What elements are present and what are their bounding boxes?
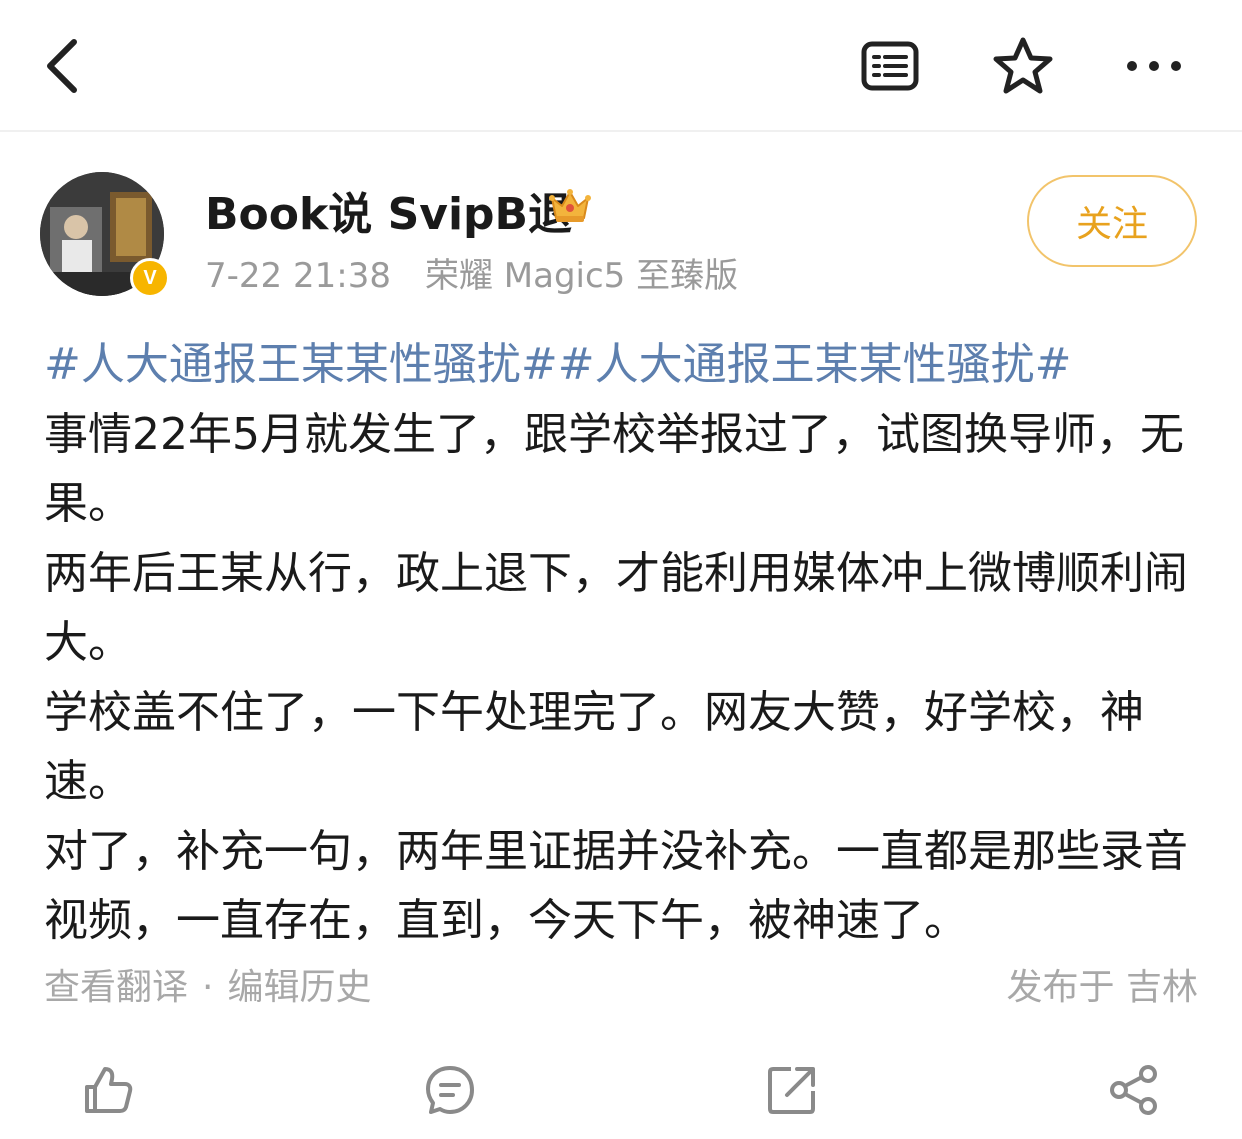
- star-icon: [993, 37, 1053, 94]
- share-icon: [1110, 1065, 1157, 1115]
- comment-icon: [426, 1066, 474, 1114]
- svip-crown-icon: [549, 189, 591, 222]
- action-bar: [0, 1050, 1242, 1139]
- comment-button[interactable]: [420, 1060, 480, 1120]
- post-footer: 查看翻译 · 编辑历史 发布于 吉林: [44, 958, 1198, 1014]
- top-navbar: [0, 0, 1242, 132]
- like-button[interactable]: [78, 1060, 138, 1120]
- translate-link[interactable]: 查看翻译: [44, 967, 188, 1008]
- post-paragraph: 事情22年5月就发生了，跟学校举报过了，试图换导师，无果。: [44, 408, 1184, 530]
- share-button[interactable]: [1104, 1060, 1164, 1120]
- follow-button[interactable]: 关注: [1027, 175, 1197, 267]
- repost-icon: [768, 1067, 815, 1114]
- repost-button[interactable]: [762, 1060, 822, 1120]
- verified-badge: V: [130, 258, 170, 298]
- like-icon: [85, 1067, 133, 1113]
- post-content: #人大通报王某某性骚扰##人大通报王某某性骚扰# 事情22年5月就发生了，跟学校…: [44, 330, 1204, 956]
- reader-mode-icon: [861, 41, 919, 91]
- reader-mode-button[interactable]: [852, 30, 928, 102]
- post-paragraph: 学校盖不住了，一下午处理完了。网友大赞，好学校，神速。: [44, 686, 1144, 808]
- edit-history-link[interactable]: 编辑历史: [227, 967, 371, 1008]
- more-button[interactable]: [1114, 30, 1194, 102]
- back-button[interactable]: [30, 28, 94, 104]
- hashtag-link[interactable]: #人大通报王某某性骚扰##人大通报王某某性骚扰#: [44, 339, 1071, 390]
- post-meta: 7-22 21:38 荣耀 Magic5 至臻版: [205, 248, 738, 297]
- post-paragraph: 对了，补充一句，两年里证据并没补充。一直都是那些录音视频，一直存在，直到，今天下…: [44, 825, 1188, 947]
- post-location: 发布于 吉林: [1006, 967, 1198, 1008]
- more-icon: [1127, 61, 1181, 71]
- post-paragraph: 两年后王某从行，政上退下，才能利用媒体冲上微博顺利闹大。: [44, 547, 1188, 669]
- chevron-left-icon: [47, 39, 77, 93]
- author-header: V Book说 SvipB退 7-22 21:38 荣耀 Magic5 至臻版 关…: [0, 150, 1242, 310]
- author-name[interactable]: Book说 SvipB退: [205, 178, 572, 242]
- weibo-post-page: V Book说 SvipB退 7-22 21:38 荣耀 Magic5 至臻版 关…: [0, 0, 1242, 1139]
- post-device: 荣耀 Magic5 至臻版: [424, 256, 739, 296]
- favorite-button[interactable]: [985, 28, 1061, 104]
- separator: ·: [202, 967, 214, 1008]
- post-time: 7-22 21:38: [205, 256, 391, 296]
